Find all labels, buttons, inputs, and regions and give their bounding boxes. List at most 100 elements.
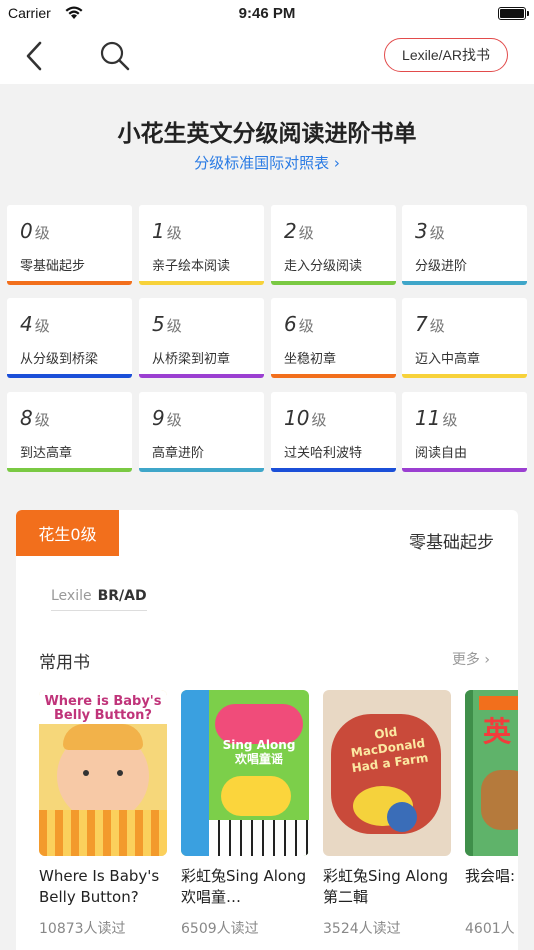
level-card[interactable]: 11 级阅读自由 [402, 392, 527, 472]
level-name: 坐稳初章 [284, 352, 337, 367]
level-number: 11 级 [415, 406, 457, 430]
level-num: 6 [284, 312, 297, 336]
book-cover[interactable]: Sing Along 欢唱童谣 [181, 690, 309, 856]
level-card[interactable]: 3 级分级进阶 [402, 205, 527, 285]
search-icon[interactable] [98, 39, 132, 73]
book-reads: 10873人读过 [39, 921, 126, 937]
level-card[interactable]: 10 级过关哈利波特 [271, 392, 396, 472]
level-num: 7 [415, 312, 428, 336]
level-tag: 花生0级 [16, 510, 119, 556]
level-unit: 级 [34, 317, 50, 335]
level-color-bar [7, 468, 132, 472]
back-chevron-icon[interactable] [22, 40, 52, 72]
more-link[interactable]: 更多 › [452, 649, 490, 669]
lexile-key: Lexile [51, 588, 92, 604]
level-name: 阅读自由 [415, 446, 468, 461]
level-number: 8级 [20, 406, 50, 430]
level-card[interactable]: 2 级走入分级阅读 [271, 205, 396, 285]
level-tag-name: 零基础起步 [409, 533, 494, 553]
level-number: 9级 [152, 406, 182, 430]
level-card[interactable]: 5 级从桥梁到初章 [139, 298, 264, 378]
section-title: 常用书 [39, 653, 90, 673]
level-num: 5 [152, 312, 165, 336]
level-card[interactable]: 0 级零基础起步 [7, 205, 132, 285]
level-name: 走入分级阅读 [284, 259, 363, 274]
level-num: 11 [415, 406, 441, 430]
cover-title: Where is Baby's Belly Button? [44, 694, 162, 723]
level-unit: 级 [34, 411, 50, 429]
level-unit: 级 [429, 317, 445, 335]
level-name: 从分级到桥梁 [20, 352, 99, 367]
book-title: 我会唱: [465, 867, 516, 885]
level-name: 过关哈利波特 [284, 446, 363, 461]
clock: 9:46 PM [238, 5, 296, 22]
level-unit: 级 [166, 317, 182, 335]
level-name: 迈入中高章 [415, 352, 481, 367]
book-reads: 4601人 [465, 921, 515, 937]
level-number: 4级 [20, 312, 50, 336]
book-cover[interactable]: Where is Baby's Belly Button? [39, 690, 167, 856]
level-unit: 级 [429, 224, 445, 242]
level-color-bar [7, 281, 132, 285]
level-number: 2级 [284, 219, 314, 243]
cover-title: 英 [483, 715, 512, 748]
level-unit: 级 [298, 317, 314, 335]
level-number: 1级 [152, 219, 182, 243]
lexile-ar-search-button[interactable]: Lexile/AR找书 [384, 38, 508, 72]
level-number: 0级 [20, 219, 50, 243]
level-standard-link[interactable]: 分级标准国际对照表 › [0, 152, 534, 173]
book-cover[interactable]: 英 [465, 690, 518, 856]
level-num: 1 [152, 219, 165, 243]
level-unit: 级 [442, 411, 458, 429]
level-name: 分级进阶 [415, 259, 468, 274]
level-unit: 级 [34, 224, 50, 242]
level-name: 亲子绘本阅读 [152, 259, 231, 274]
page-title: 小花生英文分级阅读进阶书单 [117, 121, 417, 147]
battery-icon [498, 7, 529, 20]
level-color-bar [402, 281, 527, 285]
level-number: 5级 [152, 312, 182, 336]
nav-bar: Lexile/AR找书 [0, 28, 534, 84]
level-num: 4 [20, 312, 33, 336]
level-card[interactable]: 6 级坐稳初章 [271, 298, 396, 378]
level-num: 10 [284, 406, 310, 430]
level-num: 2 [284, 219, 297, 243]
level-number: 6级 [284, 312, 314, 336]
level-unit: 级 [298, 224, 314, 242]
level-name: 高章进阶 [152, 446, 205, 461]
level-num: 9 [152, 406, 165, 430]
level-card[interactable]: 7 级迈入中高章 [402, 298, 527, 378]
level-name: 零基础起步 [20, 259, 86, 274]
level-number: 3级 [415, 219, 445, 243]
level-card[interactable]: 9 级高章进阶 [139, 392, 264, 472]
lexile-range: Lexile BR/AD [51, 588, 147, 611]
level-name: 从桥梁到初章 [152, 352, 231, 367]
status-bar: Carrier 9:46 PM [0, 0, 534, 28]
book-reads: 3524人读过 [323, 921, 401, 937]
level-number: 7级 [415, 312, 445, 336]
lexile-value: BR/AD [97, 588, 147, 604]
level-unit: 级 [311, 411, 327, 429]
level-num: 3 [415, 219, 428, 243]
level-color-bar [7, 374, 132, 378]
level-color-bar [271, 374, 396, 378]
book-card[interactable]: Old MacDonald Had a Farm 彩虹兔Sing Along第二… [323, 690, 453, 938]
level-detail-panel: 花生0级 零基础起步 Lexile BR/AD 常用书 更多 › Where is… [16, 510, 518, 950]
book-card[interactable]: 英 我会唱: 4601人 [465, 690, 518, 938]
level-card[interactable]: 4 级从分级到桥梁 [7, 298, 132, 378]
level-number: 10 级 [284, 406, 326, 430]
book-cover[interactable]: Old MacDonald Had a Farm [323, 690, 451, 856]
book-reads: 6509人读过 [181, 921, 259, 937]
level-unit: 级 [166, 224, 182, 242]
level-card[interactable]: 8 级到达高章 [7, 392, 132, 472]
level-color-bar [271, 468, 396, 472]
level-num: 8 [20, 406, 33, 430]
book-card[interactable]: Where is Baby's Belly Button? Where Is B… [39, 690, 169, 938]
level-color-bar [402, 468, 527, 472]
book-card[interactable]: Sing Along 欢唱童谣 彩虹兔Sing Along 欢唱童… 6509人… [181, 690, 311, 938]
cover-title: Sing Along 欢唱童谣 [222, 738, 296, 766]
level-num: 0 [20, 219, 33, 243]
level-unit: 级 [166, 411, 182, 429]
level-card[interactable]: 1 级亲子绘本阅读 [139, 205, 264, 285]
book-title: Where Is Baby's Belly Button? [39, 867, 160, 906]
